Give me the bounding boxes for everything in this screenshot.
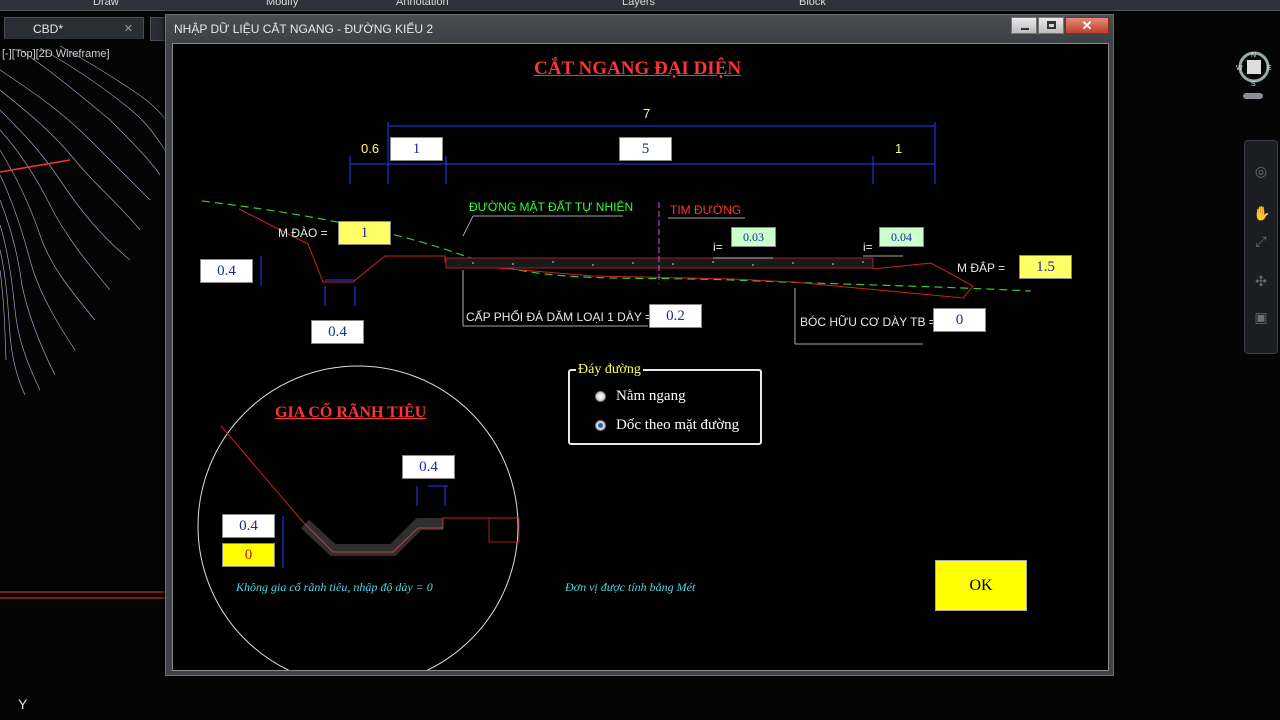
road-bottom-legend: Đáy đường [576,362,643,378]
main-title: CẮT NGANG ĐẠI DIỆN [534,58,742,79]
radio-horizontal[interactable]: Nằm ngang [595,388,686,405]
orbit-icon[interactable]: ✣ [1253,273,1269,289]
road-bottom-group: Đáy đường Nằm ngang Dốc theo mặt đường [568,362,762,445]
dialog-titlebar[interactable]: NHẬP DỮ LIỆU CẮT NGANG - ĐƯỜNG KIỂU 2 ✕ [166,15,1113,43]
radio-follow-slope-label: Dốc theo mặt đường [616,417,740,433]
centerline-label: TIM ĐƯỜNG [670,203,742,217]
minimize-button[interactable] [1011,17,1037,34]
ditch-depth-detail-input[interactable]: 0.4 [222,514,275,538]
topsoil-label: BÓC HỮU CƠ DÀY TB = [800,315,936,329]
svg-text:E: E [1267,65,1272,72]
red-polyline [0,159,71,173]
ditch-bottom-input[interactable]: 0.4 [311,320,364,344]
cross-section-dialog: NHẬP DỮ LIỆU CẮT NGANG - ĐƯỜNG KIỂU 2 ✕ [165,14,1114,676]
base-layer-label: CẤP PHỐI ĐÁ DĂM LOẠI 1 DÀY = [466,310,652,324]
zoom-extents-icon[interactable]: ⤢ [1253,233,1269,249]
viewcube-icon: N W E S [1236,51,1272,99]
steering-wheel-icon[interactable]: ◎ [1253,163,1269,179]
svg-text:N: N [1251,52,1256,59]
slope-right-label: i= [863,240,873,254]
m-dap-label: M ĐẮP = [957,261,1006,275]
slope-right-input[interactable]: 0.04 [879,227,924,247]
maximize-icon [1047,21,1056,29]
pan-icon[interactable]: ✋ [1253,205,1270,221]
radio-follow-slope[interactable]: Dốc theo mặt đường [595,417,739,434]
radio-follow-slope-icon[interactable] [595,420,606,431]
close-button[interactable]: ✕ [1065,17,1109,34]
m-dao-input[interactable]: 1 [338,221,391,245]
radio-selected-dot [598,423,603,428]
dim-left-outer: 0.6 [361,141,380,156]
dim-left-input[interactable]: 1 [390,137,443,161]
svg-text:S: S [1251,81,1256,88]
ucs-icon: Y [18,696,28,712]
ok-button[interactable]: OK [935,560,1027,611]
m-dap-input[interactable]: 1.5 [1019,255,1072,279]
base-thickness-input[interactable]: 0.2 [649,304,702,328]
showmotion-icon[interactable]: ▣ [1253,309,1269,325]
ditch-note: Không gia cố rãnh tiêu, nhập độ dày = 0 [236,580,433,594]
dialog-content: CẮT NGANG ĐẠI DIỆN 7 0.6 1 5 1 ĐƯỜNG MẶT… [172,43,1109,671]
slope-left-input[interactable]: 0.03 [731,227,776,247]
natural-ground-label: ĐƯỜNG MẶT ĐẤT TỰ NHIÊN [469,200,634,214]
dim-right: 1 [895,141,903,156]
topsoil-thickness-input[interactable]: 0 [933,308,986,332]
minimize-icon [1021,28,1029,30]
maximize-button[interactable] [1038,17,1064,34]
slope-left-label: i= [713,240,723,254]
radio-horizontal-label: Nằm ngang [616,388,686,404]
close-icon: ✕ [1081,18,1093,33]
m-dao-label: M ĐÀO = [278,226,328,240]
ditch-title: GIA CỐ RÃNH TIÊU [275,404,427,421]
navigation-bar: ◎ ✋ ⤢ ✣ ▣ [1244,140,1278,354]
radio-horizontal-icon[interactable] [595,391,606,402]
contour-lines [0,45,167,396]
dialog-title: NHẬP DỮ LIỆU CẮT NGANG - ĐƯỜNG KIỂU 2 [174,22,434,36]
dim-middle-input[interactable]: 5 [619,137,672,161]
ditch-lining-input[interactable]: 0 [222,543,275,567]
ditch-depth-input[interactable]: 0.4 [200,259,253,283]
unit-note: Đơn vị được tính bằng Mét [565,580,696,594]
ditch-top-width-input[interactable]: 0.4 [402,455,455,479]
dim-total: 7 [643,106,651,121]
svg-text:W: W [1236,65,1243,72]
